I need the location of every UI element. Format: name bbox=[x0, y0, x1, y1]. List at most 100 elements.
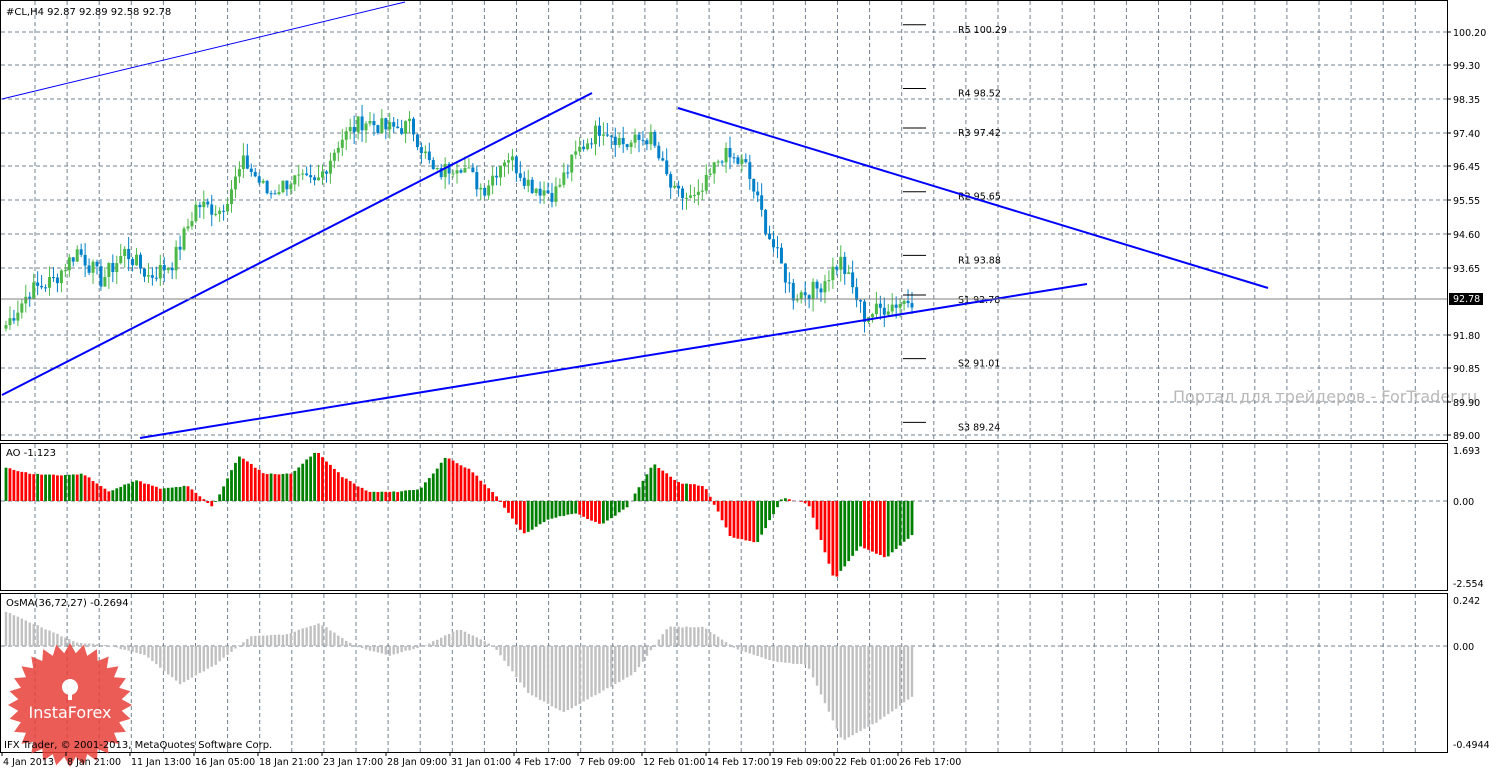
price-label: 89.90 bbox=[1453, 398, 1480, 409]
osma-bar bbox=[396, 646, 399, 654]
ao-bar bbox=[783, 498, 787, 501]
osma-bar bbox=[562, 646, 566, 712]
ao-bar bbox=[182, 485, 186, 501]
ao-bar bbox=[530, 501, 534, 530]
candle bbox=[653, 129, 657, 149]
osma-bar bbox=[570, 646, 573, 709]
osma-bar bbox=[534, 646, 538, 698]
ao-bar bbox=[843, 501, 847, 567]
ao-bar bbox=[886, 501, 890, 557]
candle bbox=[890, 293, 894, 316]
candle bbox=[352, 115, 356, 145]
osma-bar bbox=[285, 634, 289, 646]
osma-bar bbox=[819, 646, 823, 695]
candle bbox=[376, 124, 380, 135]
ao-bar bbox=[633, 493, 637, 501]
candle bbox=[419, 142, 423, 164]
ao-bar bbox=[740, 501, 744, 540]
osma-bar bbox=[297, 629, 300, 646]
osma-bar bbox=[400, 646, 403, 653]
ao-bar bbox=[404, 490, 407, 501]
price-label: 96.45 bbox=[1453, 162, 1480, 173]
ao-bar bbox=[317, 453, 320, 501]
ao-bar bbox=[178, 487, 182, 501]
osma-bar bbox=[412, 646, 415, 650]
osma-bar bbox=[115, 646, 118, 648]
chart-canvas[interactable]: R5 100.29 R4 98.52 R3 97.42 R2 95.65 R1 93.8… bbox=[0, 0, 1489, 770]
osma-bar bbox=[811, 646, 815, 678]
time-axis[interactable]: 4 Jan 2013 8 Jan 21:00 11 Jan 13:00 16 Jan … bbox=[1, 752, 961, 768]
price-label: 100.20 bbox=[1453, 28, 1486, 39]
osma-bar bbox=[341, 637, 344, 646]
ao-bar bbox=[562, 501, 566, 516]
osma-bar bbox=[226, 646, 229, 655]
candle bbox=[388, 112, 392, 139]
osma-bar bbox=[673, 626, 676, 646]
osma-bar bbox=[902, 646, 906, 703]
candle bbox=[590, 138, 594, 149]
ao-bar bbox=[269, 473, 273, 501]
candle bbox=[273, 189, 277, 195]
ao-bar bbox=[712, 501, 716, 505]
ao-bar bbox=[871, 501, 874, 552]
osma-bar bbox=[368, 646, 372, 651]
candle bbox=[51, 267, 55, 282]
ao-axis-max: 1.693 bbox=[1453, 446, 1480, 457]
osma-bar bbox=[345, 641, 348, 646]
osma-bar bbox=[527, 646, 530, 694]
ao-bar bbox=[127, 483, 131, 501]
candle bbox=[534, 187, 538, 196]
candle bbox=[135, 247, 139, 266]
candle bbox=[257, 172, 261, 186]
ao-bar bbox=[776, 501, 779, 508]
osma-bar bbox=[388, 646, 391, 656]
ao-bar bbox=[455, 463, 459, 501]
svg-text:InstaForex: InstaForex bbox=[29, 703, 112, 722]
candle bbox=[237, 161, 241, 184]
osma-axis-max: 0.242 bbox=[1453, 596, 1480, 607]
candle bbox=[63, 263, 67, 278]
price-axis[interactable]: 100.20 99.30 98.35 97.40 96.45 95.55 94.60 93.6… bbox=[1447, 28, 1486, 442]
candle bbox=[645, 138, 649, 151]
ao-bar bbox=[24, 472, 28, 501]
osma-bar bbox=[206, 646, 209, 669]
ao-bar bbox=[241, 458, 245, 501]
osma-bar bbox=[163, 646, 166, 672]
price-label: 90.85 bbox=[1453, 364, 1480, 375]
osma-bar bbox=[495, 646, 498, 650]
pivot-label: S3 89.24 bbox=[958, 422, 1000, 433]
candle bbox=[542, 181, 546, 204]
osma-bar bbox=[879, 646, 882, 720]
osma-bar bbox=[827, 646, 831, 712]
candle bbox=[103, 267, 107, 287]
candle bbox=[313, 174, 317, 186]
osma-bar bbox=[48, 630, 51, 646]
ao-bar bbox=[459, 465, 463, 501]
time-label: 12 Feb 01:00 bbox=[643, 757, 705, 768]
osma-bar bbox=[689, 627, 692, 646]
ao-bar bbox=[265, 474, 269, 501]
support-trendline[interactable] bbox=[1, 92, 593, 396]
ao-bar bbox=[471, 472, 475, 501]
candle bbox=[700, 182, 704, 201]
ao-bar bbox=[135, 480, 138, 501]
ao-bar bbox=[669, 476, 673, 501]
osma-bar bbox=[447, 633, 451, 646]
candle bbox=[499, 165, 503, 186]
ao-bar bbox=[847, 501, 851, 562]
candle bbox=[712, 161, 716, 184]
osma-bar bbox=[784, 646, 787, 663]
candle bbox=[526, 169, 530, 193]
ao-bar bbox=[348, 481, 352, 501]
ao-bar bbox=[321, 457, 324, 501]
ao-bar bbox=[764, 501, 768, 529]
candle bbox=[443, 157, 447, 189]
lower-trendline[interactable] bbox=[139, 283, 1088, 439]
osma-bar bbox=[277, 634, 281, 646]
time-label: 31 Jan 01:00 bbox=[451, 757, 511, 768]
osma-bar bbox=[697, 627, 700, 646]
ao-bar bbox=[293, 470, 297, 501]
osma-bar bbox=[637, 646, 641, 668]
ao-bar bbox=[799, 501, 803, 502]
pivot-label: S2 91.01 bbox=[958, 359, 1000, 370]
